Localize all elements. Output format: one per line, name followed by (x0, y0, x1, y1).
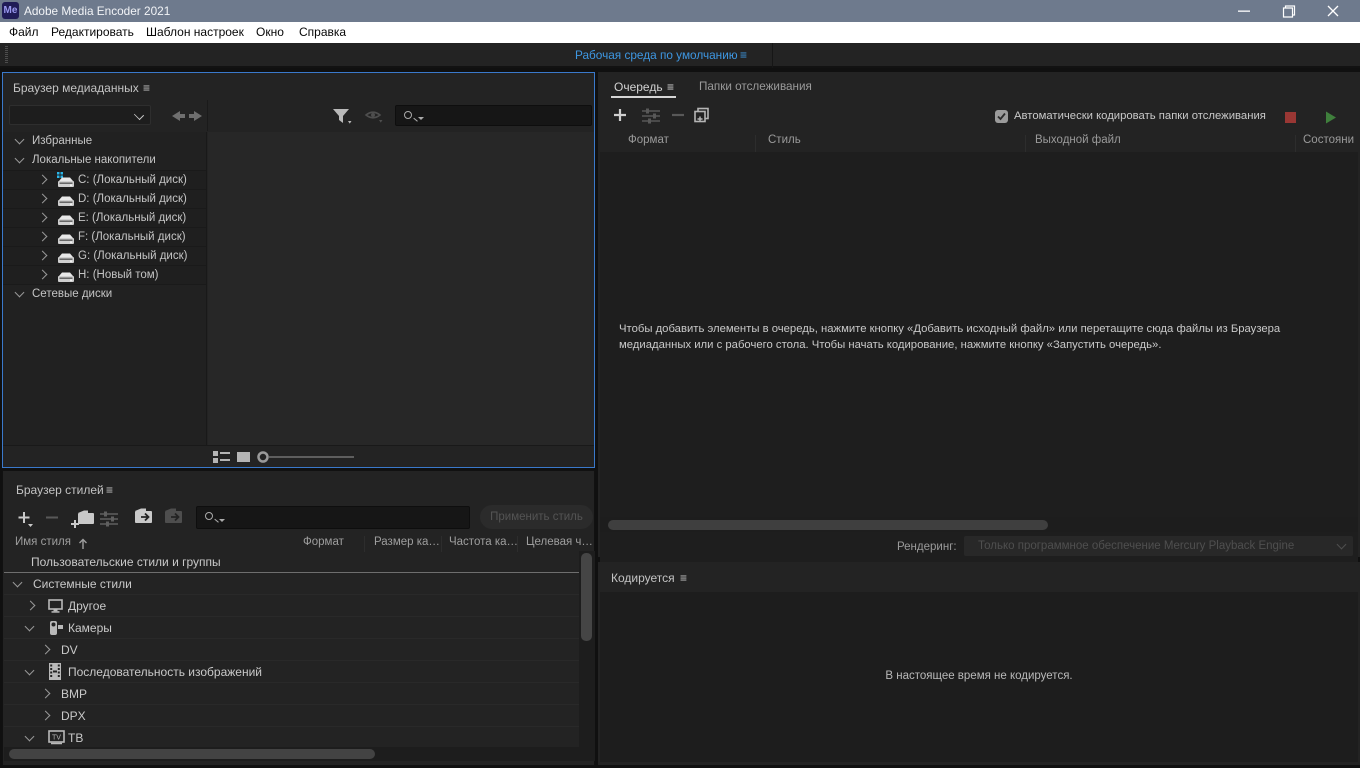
svg-text:TV: TV (52, 735, 61, 742)
